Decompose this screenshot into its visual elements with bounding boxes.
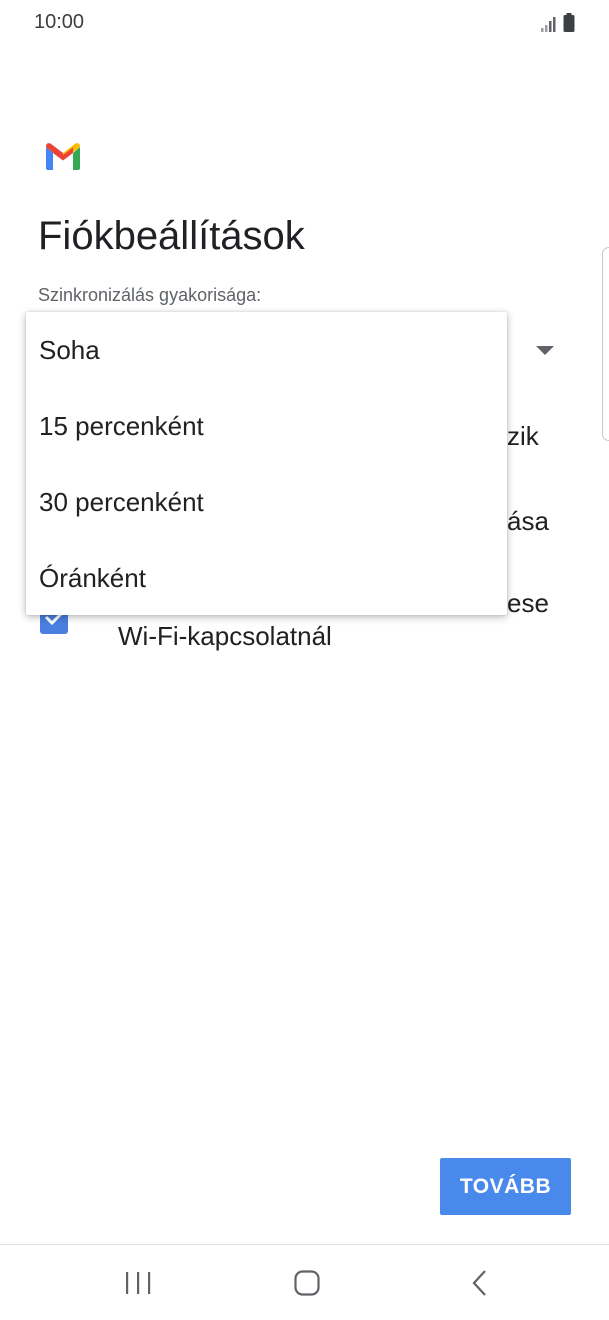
status-icons	[537, 13, 577, 33]
gmail-icon	[44, 141, 82, 171]
dropdown-option-15-min[interactable]: 15 percenként	[26, 388, 507, 464]
signal-icon	[541, 17, 556, 32]
recents-icon[interactable]	[116, 1265, 160, 1301]
sync-frequency-label: Szinkronizálás gyakorisága:	[38, 285, 262, 305]
page-title: Fiókbeállítások	[38, 214, 305, 258]
option-text-fragment-3: ese	[507, 588, 549, 618]
dropdown-option-hourly[interactable]: Óránként	[26, 540, 507, 616]
option-text-fragment-2: ása	[507, 506, 549, 536]
next-button[interactable]: TOVÁBB	[440, 1158, 571, 1215]
sync-frequency-dropdown: Soha 15 percenként 30 percenként Óránkén…	[26, 312, 507, 615]
scrollbar[interactable]	[602, 247, 609, 441]
option-text-fragment-1: zik	[507, 421, 539, 451]
dropdown-option-30-min[interactable]: 30 percenként	[26, 464, 507, 540]
wifi-checkbox-label: Wi-Fi-kapcsolatnál	[118, 621, 332, 651]
battery-icon	[563, 13, 575, 32]
back-icon[interactable]	[456, 1265, 500, 1301]
navigation-bar	[0, 1245, 609, 1320]
status-time: 10:00	[34, 11, 85, 33]
home-icon[interactable]	[285, 1265, 329, 1301]
dropdown-option-never[interactable]: Soha	[26, 312, 507, 388]
chevron-down-icon[interactable]	[536, 346, 554, 355]
status-bar: 10:00	[0, 0, 609, 46]
